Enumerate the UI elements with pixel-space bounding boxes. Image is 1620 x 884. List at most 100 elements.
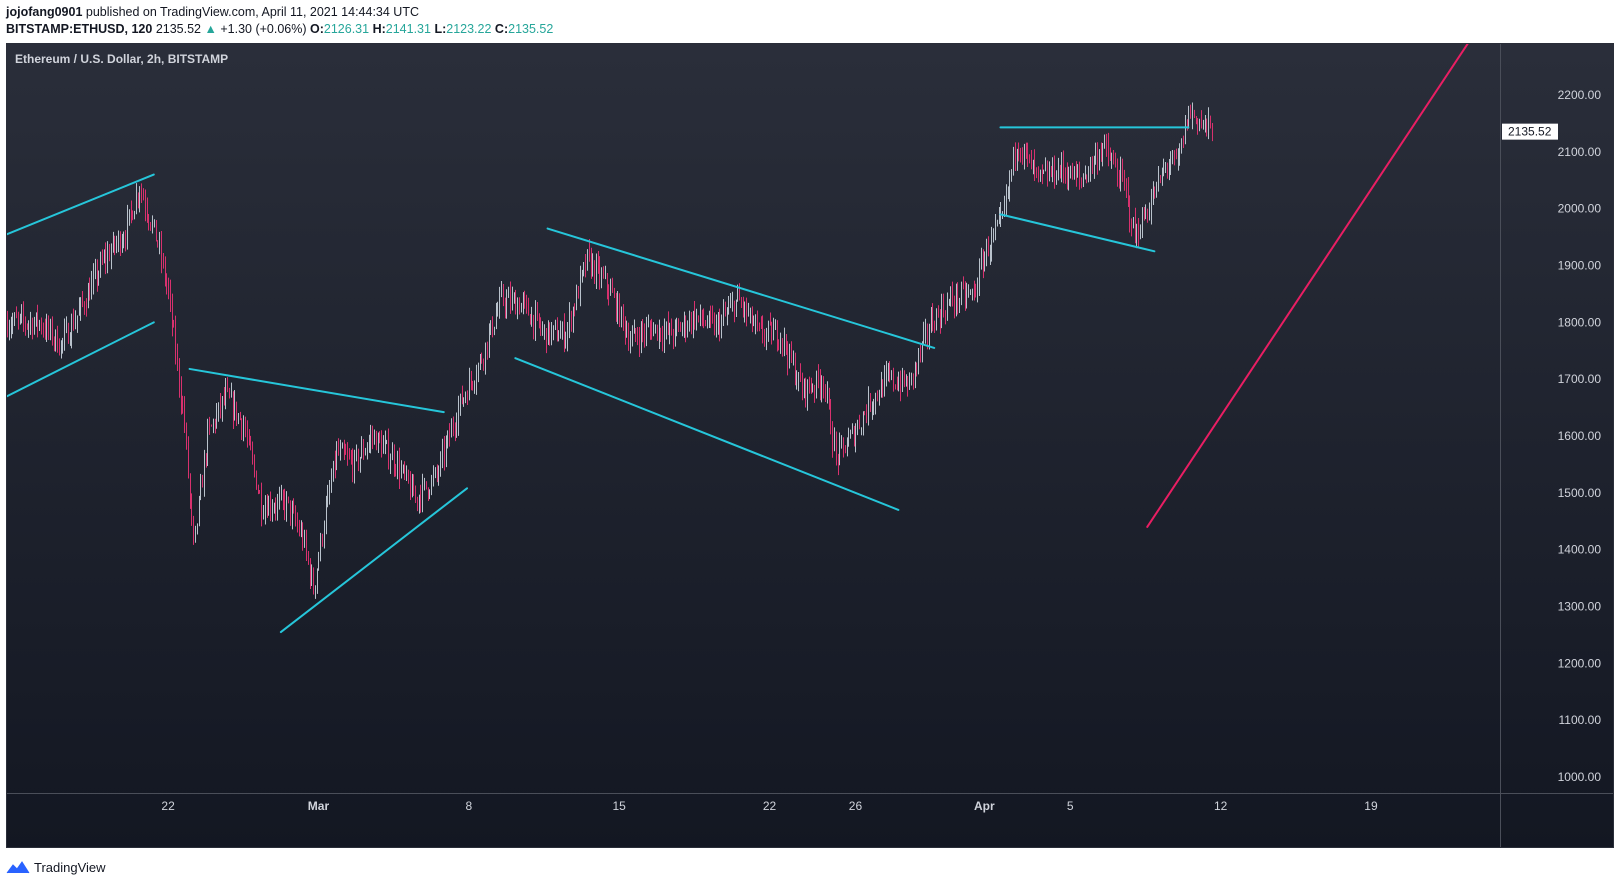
- candle-body: [1122, 168, 1123, 176]
- high-label: H:: [372, 22, 386, 36]
- candle-body: [147, 209, 148, 217]
- candle-body: [462, 394, 463, 404]
- candle-body: [159, 241, 160, 245]
- candle-body: [73, 319, 74, 328]
- candle-body: [39, 321, 40, 326]
- candle-body: [766, 331, 767, 339]
- candle-body: [344, 446, 345, 453]
- candle-body: [234, 402, 235, 418]
- candle-body: [132, 212, 133, 220]
- candle-body: [77, 315, 78, 322]
- candle-body: [1029, 154, 1030, 156]
- candle-body: [250, 438, 251, 450]
- candle-body: [1009, 175, 1010, 190]
- candle-body: [780, 338, 781, 346]
- candle-body: [820, 380, 821, 391]
- candle-body: [1065, 172, 1066, 175]
- footer-brand[interactable]: TradingView: [34, 860, 106, 875]
- candle-body: [290, 500, 291, 519]
- candle-body: [54, 341, 55, 343]
- candle-body: [789, 346, 790, 363]
- candle-body: [748, 313, 749, 315]
- candle-body: [75, 321, 76, 328]
- candle-body: [510, 293, 511, 306]
- candle-body: [662, 337, 663, 341]
- candle-body: [1095, 152, 1096, 160]
- candle-body: [637, 336, 638, 339]
- candle-body: [161, 241, 162, 262]
- candle-body: [889, 371, 890, 377]
- candle-body: [379, 433, 380, 440]
- time-tick-label: 15: [613, 799, 627, 813]
- candle-body: [530, 315, 531, 325]
- candle-body: [1170, 163, 1171, 167]
- symbol-label: BITSTAMP:ETHUSD, 120: [6, 22, 153, 36]
- candle-body: [972, 290, 973, 292]
- candle-body: [474, 383, 475, 386]
- candle-body: [9, 328, 10, 334]
- candle-body: [1015, 149, 1016, 161]
- candle-body: [535, 311, 536, 331]
- candle-body: [1162, 171, 1163, 181]
- candle-body: [150, 222, 151, 228]
- chart-frame[interactable]: 1000.00 1100.00 1200.00 1300.00 1400.00 1500.…: [6, 43, 1614, 848]
- candle-body: [175, 326, 176, 356]
- candle-body: [671, 324, 672, 336]
- candle-body: [1154, 191, 1155, 197]
- candle-body: [508, 293, 509, 298]
- candle-body: [345, 452, 346, 455]
- candle-body: [950, 293, 951, 302]
- candle-body: [467, 395, 468, 400]
- candle-body: [506, 297, 507, 309]
- candle-body: [959, 300, 960, 305]
- candle-body: [839, 442, 840, 463]
- time-tick-label: 5: [1067, 799, 1074, 813]
- candle-body: [1027, 152, 1028, 155]
- candle-body: [1124, 175, 1125, 182]
- candle-body: [463, 398, 464, 404]
- candle-body: [186, 425, 187, 442]
- candle-body: [43, 329, 44, 331]
- price-chart[interactable]: 1000.00 1100.00 1200.00 1300.00 1400.00 1500.…: [7, 44, 1614, 848]
- candle-body: [685, 318, 686, 333]
- published-text: published on TradingView.com, April 11, …: [85, 5, 419, 19]
- candle-body: [64, 329, 65, 340]
- candle-body: [644, 331, 645, 336]
- candle-body: [490, 320, 491, 332]
- candle-body: [746, 303, 747, 315]
- candle-body: [383, 444, 384, 454]
- candle-body: [68, 325, 69, 343]
- candle-body: [1085, 175, 1086, 180]
- candle-body: [957, 289, 958, 305]
- candle-body: [1172, 153, 1173, 164]
- candle-body: [918, 351, 919, 366]
- candle-body: [739, 291, 740, 301]
- candle-body: [648, 325, 649, 327]
- candle-body: [173, 324, 174, 327]
- candle-body: [897, 385, 898, 389]
- candle-body: [1140, 236, 1141, 238]
- candle-body: [855, 431, 856, 444]
- candle-body: [877, 393, 878, 398]
- price-tick-label: 1900.00: [1558, 259, 1602, 273]
- candle-body: [1034, 161, 1035, 169]
- candle-body: [1179, 150, 1180, 157]
- candle-body: [836, 438, 837, 456]
- candle-body: [872, 406, 873, 410]
- candle-body: [752, 308, 753, 325]
- author-name[interactable]: jojofang0901: [6, 5, 82, 19]
- candle-body: [873, 403, 874, 407]
- candle-body: [970, 291, 971, 293]
- candle-body: [555, 325, 556, 327]
- price-change: +1.30 (+0.06%): [220, 22, 307, 36]
- candle-body: [608, 288, 609, 295]
- candle-body: [249, 437, 250, 439]
- candle-body: [612, 287, 613, 293]
- candle-body: [351, 456, 352, 460]
- candle-body: [796, 381, 797, 383]
- candle-body: [841, 440, 842, 443]
- candle-body: [548, 322, 549, 345]
- candle-body: [1203, 121, 1204, 124]
- candle-body: [768, 323, 769, 332]
- candle-body: [284, 499, 285, 512]
